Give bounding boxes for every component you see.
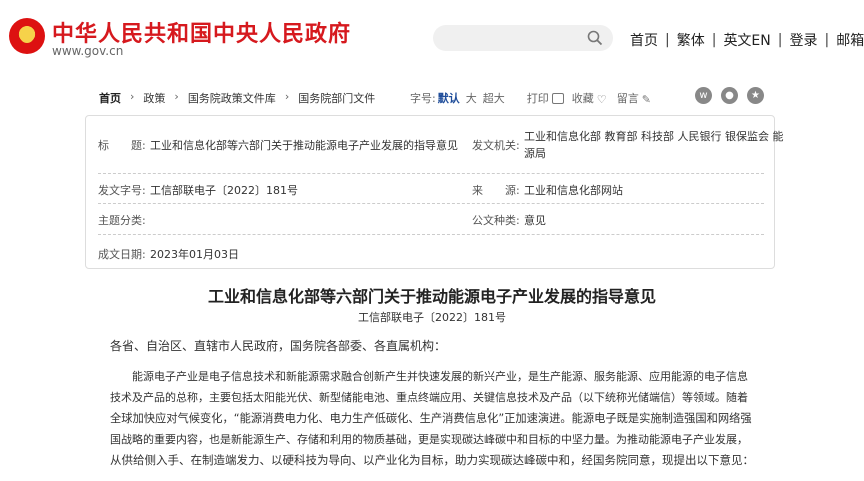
site-url: www.gov.cn: [52, 44, 124, 58]
source-label: 来 源:: [472, 184, 520, 197]
doctype-value: 意见: [524, 214, 546, 227]
search-icon[interactable]: [587, 30, 603, 46]
breadcrumb-policy[interactable]: 政策: [143, 90, 165, 106]
nav-divider: |: [711, 32, 717, 48]
article-tools: 字号: 默认 大 超大 打印 收藏 留言: [410, 90, 662, 106]
pen-icon[interactable]: [642, 93, 654, 104]
heart-icon[interactable]: [597, 93, 609, 104]
info-row: 主题分类: 公文种类: 意见: [98, 203, 764, 235]
body-line: 全球加快应对气候变化，“能源消费电力化、电力生产低碳化、生产消费信息化”正加速演…: [110, 412, 752, 425]
body-line: 国战略的重要内容，也是新能源生产、存储和利用的物质基础，更是实现碳达峰碳中和目标…: [110, 433, 748, 446]
title-value: 工业和信息化部等六部门关于推动能源电子产业发展的指导意见: [150, 139, 458, 152]
body-line: 能源电子产业是电子信息技术和新能源需求融合创新产生并快速发展的新兴产业，是生产能…: [110, 370, 748, 383]
info-row: 发文字号: 工信部联电子〔2022〕181号 来 源: 工业和信息化部网站: [98, 173, 764, 204]
printer-icon[interactable]: [551, 92, 564, 104]
breadcrumb-department-docs[interactable]: 国务院部门文件: [298, 90, 375, 106]
font-default-button[interactable]: 默认: [438, 90, 460, 106]
nav-divider: |: [665, 32, 670, 48]
font-size-label: 字号:: [410, 92, 436, 105]
font-large-button[interactable]: 大: [466, 90, 477, 106]
document-info-table: 标 题: 工业和信息化部等六部门关于推动能源电子产业发展的指导意见 发文机关: …: [85, 115, 783, 269]
search-input[interactable]: [433, 25, 613, 51]
nav-mail[interactable]: 邮箱: [836, 30, 864, 50]
issuer-label: 发文机关:: [472, 139, 520, 152]
docno-label: 发文字号:: [98, 184, 146, 197]
top-nav: 首页 | 繁体 | 英文EN | 登录 | 邮箱: [630, 31, 864, 49]
nav-divider: |: [777, 32, 783, 48]
nav-divider: |: [824, 32, 830, 48]
print-button[interactable]: 打印: [527, 90, 549, 106]
topic-label: 主题分类:: [98, 214, 146, 227]
breadcrumb: 首页 › 政策 › 国务院政策文件库 › 国务院部门文件: [99, 90, 375, 106]
weibo-icon[interactable]: w: [695, 87, 712, 104]
body-line: 技术及产品的总称，主要包括太阳能光伏、新型储能电池、重点终端应用、关键信息技术及…: [110, 391, 748, 404]
chevron-right-icon: ›: [284, 90, 290, 103]
issuer-value-line2: 源局: [524, 147, 546, 160]
info-row: 成文日期: 2023年01月03日: [98, 234, 764, 268]
chevron-right-icon: ›: [174, 90, 179, 103]
info-row: 标 题: 工业和信息化部等六部门关于推动能源电子产业发展的指导意见 发文机关: …: [98, 116, 783, 174]
article-salutation: 各省、自治区、直辖市人民政府，国务院各部委、各直属机构：: [110, 339, 447, 353]
date-value: 2023年01月03日: [150, 248, 239, 261]
favorite-button[interactable]: 收藏: [572, 90, 594, 106]
breadcrumb-policy-library[interactable]: 国务院政策文件库: [188, 90, 276, 106]
font-xlarge-button[interactable]: 超大: [483, 90, 505, 106]
title-label: 标 题:: [98, 139, 146, 152]
source-value: 工业和信息化部网站: [524, 184, 623, 197]
article-body: 能源电子产业是电子信息技术和新能源需求融合创新产生并快速发展的新兴产业，是生产能…: [110, 366, 760, 471]
share-buttons: w ● ★: [695, 87, 773, 104]
wechat-icon[interactable]: ●: [721, 87, 738, 104]
nav-traditional[interactable]: 繁体: [677, 30, 705, 50]
article-title: 工业和信息化部等六部门关于推动能源电子产业发展的指导意见: [207, 287, 656, 306]
nav-english[interactable]: 英文EN: [723, 30, 770, 50]
chevron-right-icon: ›: [130, 90, 135, 103]
star-icon[interactable]: ★: [747, 87, 764, 104]
article-doc-number: 工信部联电子〔2022〕181号: [358, 311, 506, 324]
date-label: 成文日期:: [98, 248, 146, 261]
breadcrumb-home[interactable]: 首页: [99, 90, 121, 106]
nav-home[interactable]: 首页: [630, 30, 658, 50]
breadcrumb-bar: 首页 › 政策 › 国务院政策文件库 › 国务院部门文件 字号: 默认 大 超大…: [85, 84, 775, 110]
issuer-value-line1: 工业和信息化部 教育部 科技部 人民银行 银保监会 能: [524, 130, 784, 143]
nav-login[interactable]: 登录: [789, 30, 817, 50]
docno-value: 工信部联电子〔2022〕181号: [150, 184, 298, 197]
national-emblem-icon[interactable]: [9, 18, 45, 54]
body-line: 从供给侧入手、在制造端发力、以硬科技为导向、以产业化为目标，助力实现碳达峰碳中和…: [110, 453, 754, 467]
site-header: 中华人民共和国中央人民政府 www.gov.cn 首页 | 繁体 | 英文EN …: [0, 0, 864, 76]
comment-button[interactable]: 留言: [617, 90, 639, 106]
doctype-label: 公文种类:: [472, 214, 520, 227]
